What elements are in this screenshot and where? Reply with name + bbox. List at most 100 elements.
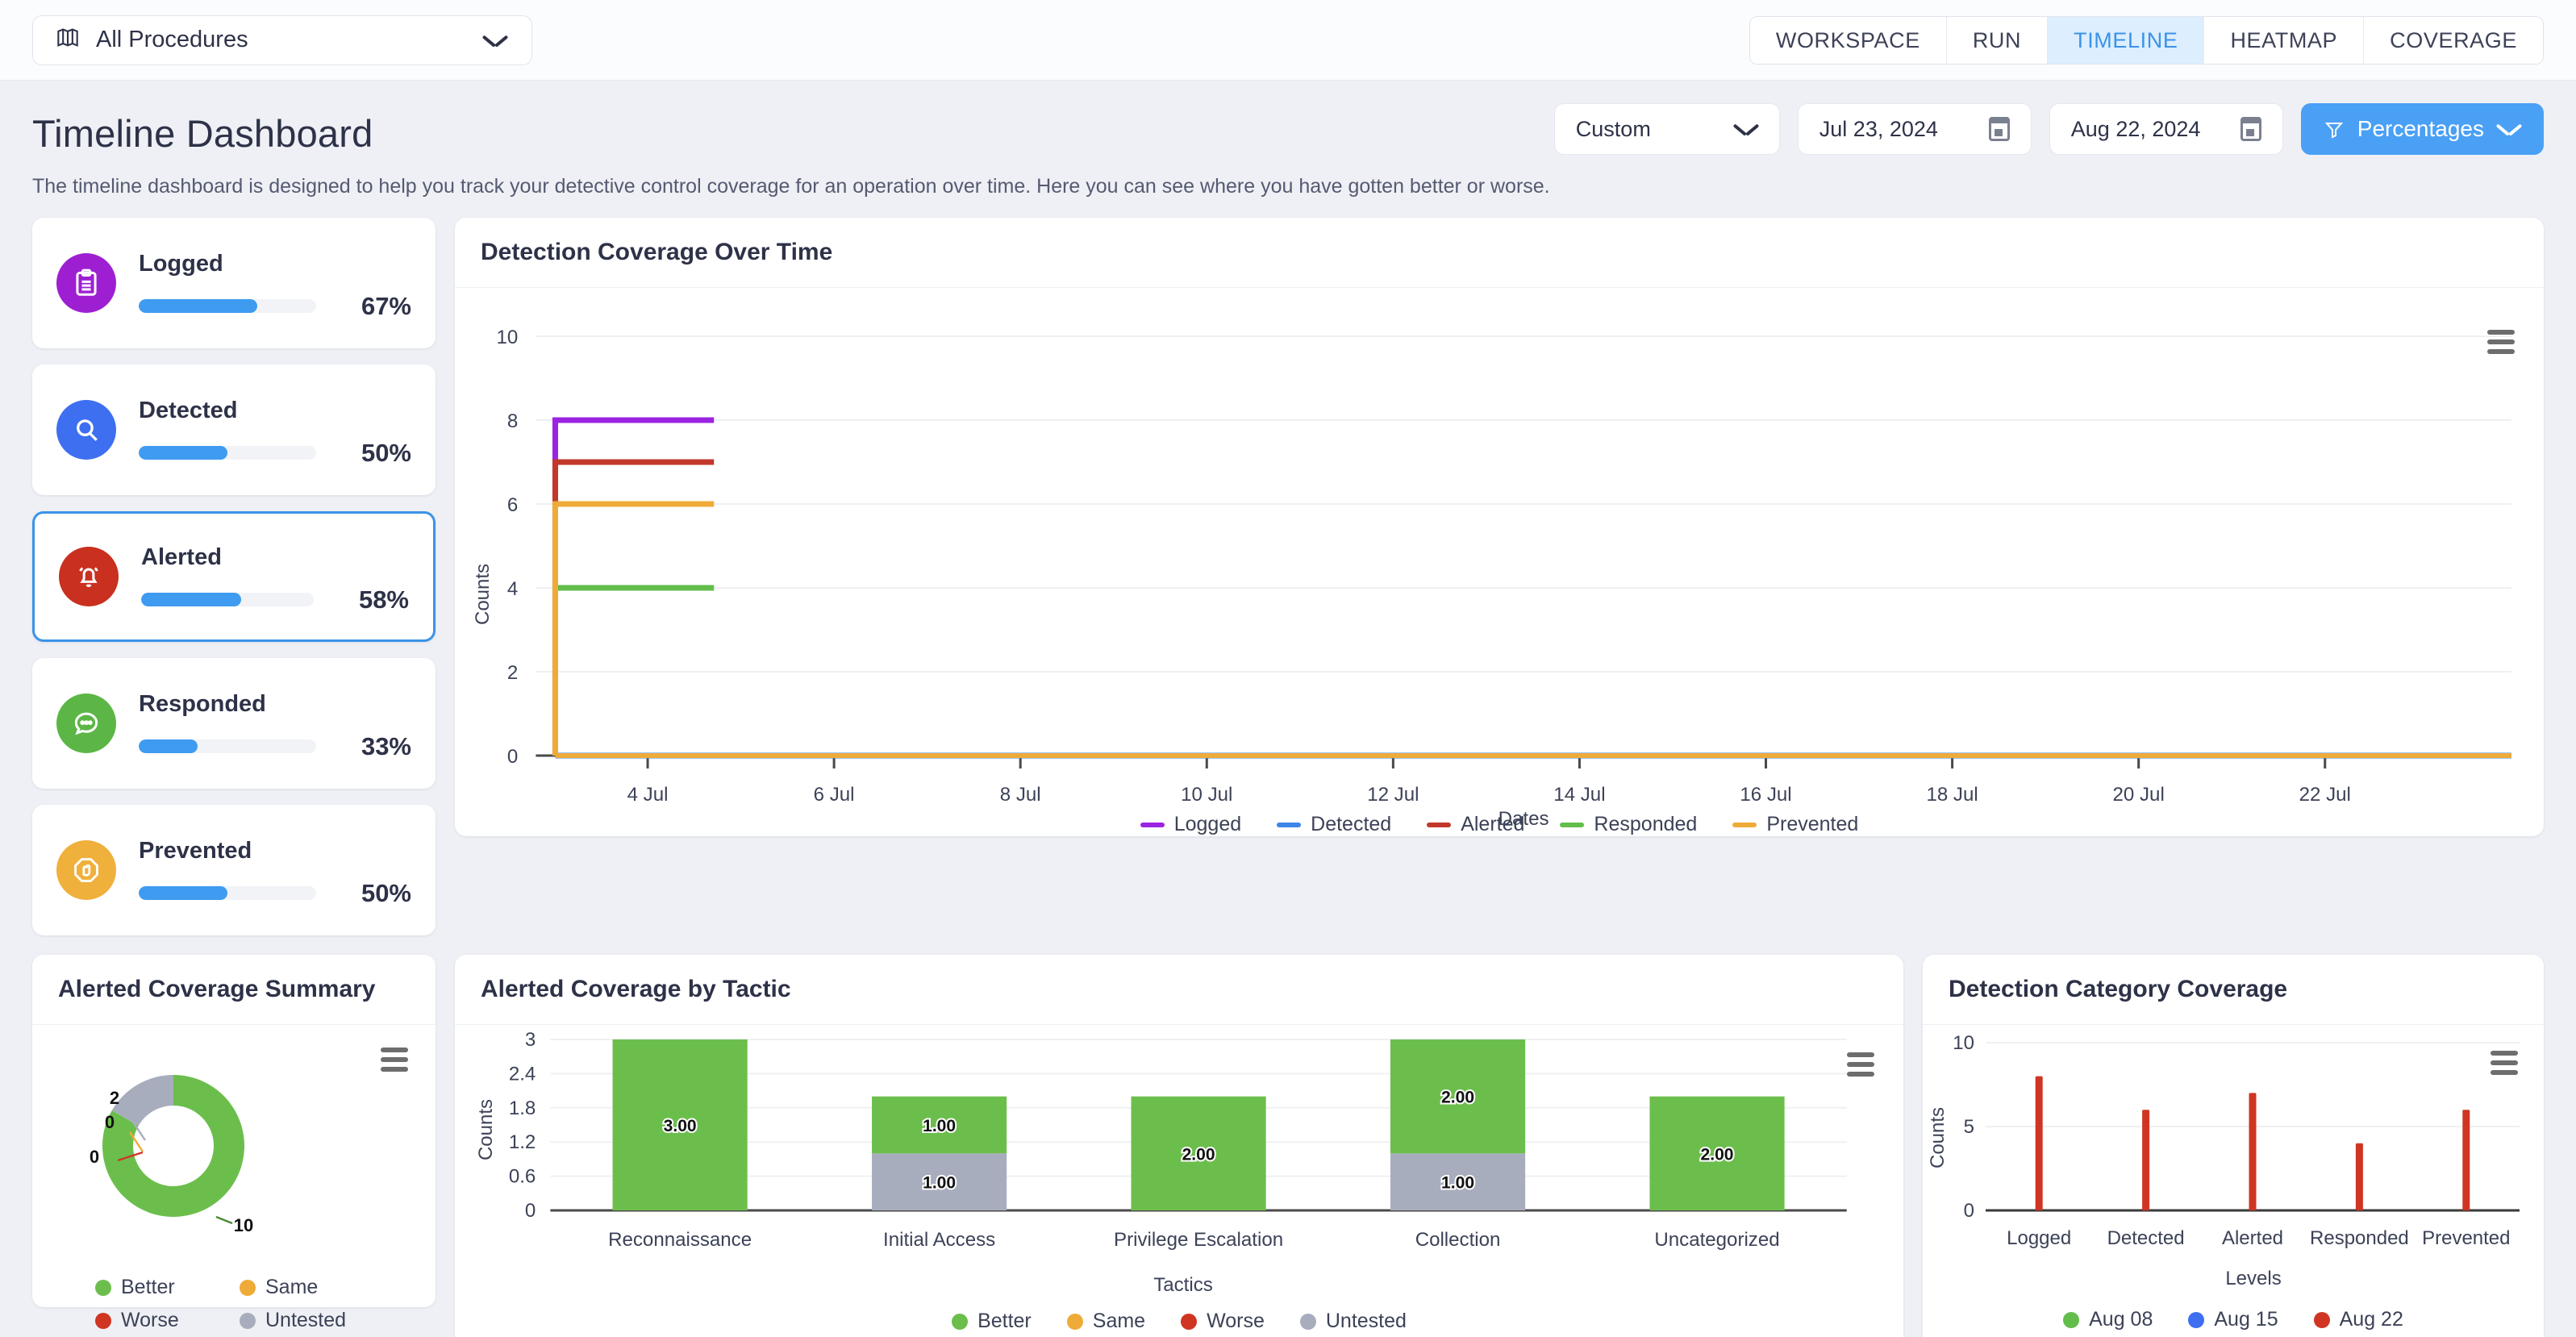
svg-text:0.6: 0.6	[509, 1166, 536, 1188]
date-from-input[interactable]: Jul 23, 2024	[1797, 103, 2032, 155]
svg-text:Privilege Escalation: Privilege Escalation	[1114, 1229, 1283, 1251]
svg-text:20 Jul: 20 Jul	[2113, 784, 2165, 806]
tab-run[interactable]: RUN	[1946, 16, 2049, 64]
dashboard-bottom-row: Alerted Coverage Summary 2 0 0 10 Better Sam…	[0, 935, 2576, 1337]
legend-swatch	[240, 1312, 256, 1329]
metric-card-prevented[interactable]: Prevented 50%	[32, 805, 436, 935]
svg-text:2.4: 2.4	[509, 1063, 536, 1085]
legend-item[interactable]: Worse	[1181, 1310, 1265, 1333]
tab-coverage[interactable]: COVERAGE	[2364, 16, 2543, 64]
svg-text:Detected: Detected	[2107, 1227, 2185, 1249]
legend-item[interactable]: Aug 22	[2313, 1308, 2403, 1331]
metric-card-detected[interactable]: Detected 50%	[32, 364, 436, 495]
svg-text:1.8: 1.8	[509, 1098, 536, 1119]
legend-item[interactable]: Responded	[1560, 813, 1697, 836]
svg-text:5: 5	[1964, 1116, 1974, 1138]
chart-menu-icon[interactable]	[2491, 1051, 2518, 1075]
dashboard-top-row: Logged 67% Detected 50% Alerted 58% Resp…	[0, 198, 2576, 935]
legend-label: Untested	[265, 1309, 347, 1331]
legend-item[interactable]: Prevented	[1732, 813, 1858, 836]
svg-text:2.00: 2.00	[1182, 1145, 1215, 1164]
range-preset-select[interactable]: Custom	[1553, 103, 1780, 155]
svg-text:Responded: Responded	[2310, 1227, 2409, 1249]
svg-text:0: 0	[525, 1200, 536, 1222]
metric-card-alerted[interactable]: Alerted 58%	[32, 511, 436, 642]
metric-card-logged[interactable]: Logged 67%	[32, 218, 436, 348]
percentages-button[interactable]: Percentages	[2300, 103, 2544, 155]
svg-text:3: 3	[525, 1029, 536, 1051]
bell-icon	[59, 547, 119, 606]
legend-swatch	[1299, 1313, 1316, 1330]
tab-heatmap[interactable]: HEATMAP	[2204, 16, 2365, 64]
metric-name: Logged	[139, 250, 223, 277]
legend-item[interactable]: Alerted	[1427, 813, 1524, 836]
legend-label: Prevented	[1766, 813, 1859, 835]
svg-text:2: 2	[507, 662, 518, 684]
svg-text:1.00: 1.00	[923, 1174, 956, 1193]
donut-chart-legend: Better Same Worse Untested	[32, 1271, 436, 1332]
svg-text:0: 0	[90, 1147, 99, 1167]
progress-bar	[139, 739, 316, 753]
procedure-selector[interactable]: All Procedures	[32, 15, 532, 65]
date-to-value: Aug 22, 2024	[2070, 116, 2201, 141]
legend-label: Untested	[1325, 1310, 1407, 1332]
svg-text:18 Jul: 18 Jul	[1926, 784, 1978, 806]
svg-text:1.00: 1.00	[923, 1117, 956, 1135]
legend-item[interactable]: Better	[95, 1276, 231, 1299]
metric-percent: 58%	[358, 585, 409, 614]
metric-card-list: Logged 67% Detected 50% Alerted 58% Resp…	[32, 218, 436, 935]
legend-item[interactable]: Aug 15	[2188, 1308, 2278, 1331]
chevron-down-icon	[2497, 122, 2521, 136]
progress-bar	[141, 593, 314, 606]
metric-name: Detected	[139, 397, 238, 423]
chart-menu-icon[interactable]	[381, 1048, 408, 1072]
legend-label: Same	[1092, 1310, 1146, 1332]
legend-item[interactable]: Better	[952, 1310, 1032, 1333]
legend-item[interactable]: Same	[240, 1276, 376, 1299]
progress-bar	[139, 886, 316, 900]
legend-item[interactable]: Untested	[240, 1309, 376, 1332]
svg-text:Counts: Counts	[1927, 1107, 1949, 1168]
svg-text:0: 0	[105, 1112, 115, 1132]
procedure-selector-label: All Procedures	[96, 27, 248, 52]
tab-timeline[interactable]: TIMELINE	[2048, 16, 2205, 64]
legend-swatch	[2188, 1311, 2205, 1328]
calendar-icon	[1988, 117, 2010, 141]
main-nav-tabs: WORKSPACE RUN TIMELINE HEATMAP COVERAGE	[1749, 15, 2544, 65]
svg-text:14 Jul: 14 Jul	[1553, 784, 1605, 806]
legend-swatch	[1732, 822, 1757, 827]
legend-label: Aug 08	[2089, 1308, 2153, 1331]
stop-hand-icon	[56, 840, 116, 900]
svg-text:Tactics: Tactics	[1153, 1274, 1213, 1296]
legend-item[interactable]: Same	[1066, 1310, 1146, 1333]
chart-menu-icon[interactable]	[2487, 330, 2515, 354]
chart-menu-icon[interactable]	[1847, 1052, 1874, 1077]
legend-item[interactable]: Worse	[95, 1309, 231, 1332]
svg-text:2.00: 2.00	[1701, 1145, 1734, 1164]
dashboard-controls: Custom Jul 23, 2024 Aug 22, 2024 Percent…	[1553, 103, 2544, 155]
svg-text:6 Jul: 6 Jul	[814, 784, 855, 806]
metric-name: Responded	[139, 690, 266, 717]
chevron-down-icon	[1734, 122, 1758, 136]
metric-name: Alerted	[141, 544, 222, 570]
legend-item[interactable]: Aug 08	[2063, 1308, 2153, 1331]
legend-item[interactable]: Untested	[1299, 1310, 1407, 1333]
legend-item[interactable]: Detected	[1277, 813, 1391, 836]
date-to-input[interactable]: Aug 22, 2024	[2049, 103, 2283, 155]
legend-label: Logged	[1173, 813, 1242, 835]
legend-swatch	[1427, 822, 1452, 827]
stacked-bar-svg: 0 0.6 1.2 1.8 2.4 3 3.00 1.00 1.00 2.00 1.00 2.00 2…	[475, 1029, 1847, 1296]
donut-chart: 2 0 0 10 Better Same Worse Untested	[32, 1025, 436, 1331]
metric-percent: 67%	[361, 291, 411, 320]
legend-swatch	[240, 1279, 256, 1296]
tab-workspace[interactable]: WORKSPACE	[1749, 16, 1947, 64]
svg-text:10 Jul: 10 Jul	[1181, 784, 1232, 806]
svg-text:Counts: Counts	[472, 564, 494, 625]
metric-card-responded[interactable]: Responded 33%	[32, 658, 436, 789]
percentages-label: Percentages	[2357, 116, 2484, 141]
legend-label: Responded	[1594, 813, 1698, 835]
svg-text:Alerted: Alerted	[2222, 1227, 2283, 1249]
donut-chart-svg: 2 00 10	[90, 1075, 253, 1235]
legend-item[interactable]: Logged	[1140, 813, 1241, 836]
legend-label: Detected	[1311, 813, 1392, 835]
